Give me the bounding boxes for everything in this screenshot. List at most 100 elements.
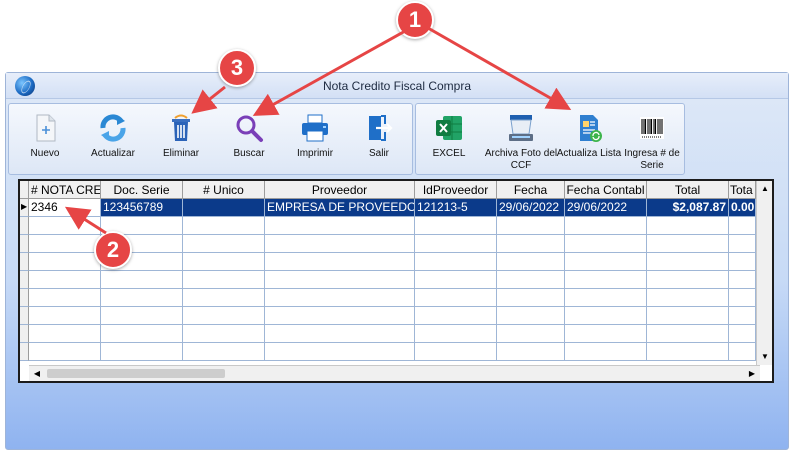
grid-cell[interactable] <box>497 217 565 235</box>
grid-cell[interactable] <box>265 289 415 307</box>
grid-cell[interactable] <box>183 325 265 343</box>
grid-cell[interactable] <box>265 253 415 271</box>
buscar-button[interactable]: Buscar <box>221 104 277 176</box>
grid-cell[interactable] <box>729 325 756 343</box>
grid-cell[interactable] <box>415 325 497 343</box>
grid-cell[interactable] <box>497 289 565 307</box>
grid-cell[interactable]: $2,087.87 <box>647 199 729 217</box>
grid-cell[interactable] <box>415 253 497 271</box>
grid-cell[interactable] <box>497 325 565 343</box>
grid-cell[interactable] <box>101 325 183 343</box>
grid-cell[interactable]: 0.00 <box>729 199 756 217</box>
data-grid[interactable]: # NOTA CRE Doc. Serie # Unico Proveedor … <box>18 179 774 383</box>
grid-cell[interactable]: EMPRESA DE PROVEEDO <box>265 199 415 217</box>
grid-cell[interactable] <box>101 271 183 289</box>
grid-cell[interactable] <box>497 271 565 289</box>
grid-cell[interactable] <box>497 307 565 325</box>
grid-cell[interactable]: 123456789 <box>101 199 183 217</box>
grid-cell[interactable] <box>183 307 265 325</box>
scroll-right-icon[interactable]: ▶ <box>744 366 760 382</box>
scroll-down-icon[interactable]: ▼ <box>757 349 773 365</box>
grid-cell[interactable] <box>29 289 101 307</box>
nuevo-button[interactable]: Nuevo <box>17 104 73 176</box>
grid-cell[interactable]: 29/06/2022 <box>497 199 565 217</box>
grid-cell[interactable] <box>415 289 497 307</box>
grid-cell[interactable] <box>415 343 497 361</box>
grid-cell[interactable] <box>729 217 756 235</box>
column-header-fecha[interactable]: Fecha <box>497 181 565 199</box>
grid-cell[interactable] <box>415 271 497 289</box>
grid-cell[interactable] <box>265 217 415 235</box>
grid-cell[interactable] <box>647 235 729 253</box>
grid-cell[interactable] <box>565 253 647 271</box>
grid-cell[interactable] <box>729 307 756 325</box>
grid-cell[interactable] <box>565 289 647 307</box>
grid-cell[interactable] <box>729 343 756 361</box>
grid-cell[interactable] <box>29 253 101 271</box>
archiva-foto-button[interactable]: Archiva Foto del CCF <box>485 104 557 176</box>
grid-cell[interactable] <box>729 289 756 307</box>
row-header[interactable]: ▶ <box>20 199 29 217</box>
row-header[interactable] <box>20 325 29 343</box>
grid-cell[interactable] <box>565 343 647 361</box>
grid-cell[interactable] <box>497 253 565 271</box>
scroll-left-icon[interactable]: ◀ <box>29 366 45 382</box>
grid-cell[interactable] <box>497 235 565 253</box>
row-header[interactable] <box>20 235 29 253</box>
grid-cell[interactable]: 2346 <box>29 199 101 217</box>
vertical-scrollbar[interactable]: ▲ ▼ <box>756 181 772 365</box>
grid-cell[interactable] <box>183 199 265 217</box>
row-header[interactable] <box>20 307 29 325</box>
grid-cell[interactable] <box>565 325 647 343</box>
grid-cell[interactable] <box>647 271 729 289</box>
grid-cell[interactable] <box>647 217 729 235</box>
grid-cell[interactable] <box>565 271 647 289</box>
column-header-nota[interactable]: # NOTA CRE <box>29 181 101 199</box>
actualizar-button[interactable]: Actualizar <box>83 104 143 176</box>
column-header-total[interactable]: Total <box>647 181 729 199</box>
column-header-doc-serie[interactable]: Doc. Serie <box>101 181 183 199</box>
grid-cell[interactable] <box>29 307 101 325</box>
grid-cell[interactable] <box>647 325 729 343</box>
grid-cell[interactable] <box>729 271 756 289</box>
grid-cell[interactable] <box>497 343 565 361</box>
grid-cell[interactable] <box>183 253 265 271</box>
column-header-unico[interactable]: # Unico <box>183 181 265 199</box>
grid-cell[interactable]: 121213-5 <box>415 199 497 217</box>
grid-cell[interactable] <box>29 343 101 361</box>
grid-cell[interactable] <box>647 343 729 361</box>
row-header[interactable] <box>20 289 29 307</box>
grid-cell[interactable] <box>565 235 647 253</box>
horizontal-scroll-thumb[interactable] <box>47 369 225 378</box>
row-header[interactable] <box>20 253 29 271</box>
grid-cell[interactable] <box>183 271 265 289</box>
grid-cell[interactable] <box>101 307 183 325</box>
grid-cell[interactable] <box>183 217 265 235</box>
grid-cell[interactable] <box>101 289 183 307</box>
grid-cell[interactable] <box>265 307 415 325</box>
grid-cell[interactable] <box>29 217 101 235</box>
actualiza-lista-button[interactable]: Actualiza Lista <box>557 104 621 176</box>
grid-cell[interactable] <box>415 235 497 253</box>
grid-cell[interactable] <box>647 307 729 325</box>
scroll-up-icon[interactable]: ▲ <box>757 181 773 197</box>
row-header[interactable] <box>20 271 29 289</box>
row-header[interactable] <box>20 217 29 235</box>
grid-cell[interactable] <box>29 235 101 253</box>
grid-cell[interactable] <box>29 271 101 289</box>
column-header-total-2[interactable]: Tota <box>729 181 756 199</box>
column-header-fecha-contable[interactable]: Fecha Contabl <box>565 181 647 199</box>
grid-cell[interactable] <box>729 235 756 253</box>
imprimir-button[interactable]: Imprimir <box>287 104 343 176</box>
grid-cell[interactable] <box>265 343 415 361</box>
grid-cell[interactable] <box>565 217 647 235</box>
row-header[interactable] <box>20 343 29 361</box>
grid-cell[interactable] <box>183 343 265 361</box>
grid-cell[interactable] <box>729 253 756 271</box>
eliminar-button[interactable]: Eliminar <box>153 104 209 176</box>
grid-cell[interactable] <box>415 217 497 235</box>
ingresa-serie-button[interactable]: Ingresa # de Serie <box>622 104 682 176</box>
grid-cell[interactable] <box>415 307 497 325</box>
horizontal-scrollbar[interactable]: ◀ ▶ <box>29 365 760 381</box>
grid-cell[interactable] <box>101 343 183 361</box>
